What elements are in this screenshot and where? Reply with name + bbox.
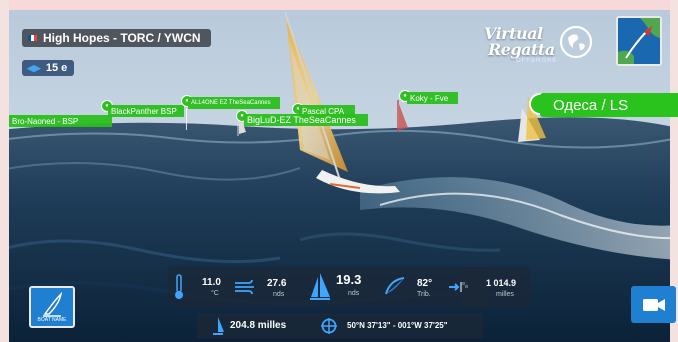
- rank-icon: ◀▶: [27, 62, 41, 73]
- boat-speed-value: 19.3: [336, 272, 362, 287]
- distance-to-finish-panel: 1 014.9 milles: [462, 267, 530, 307]
- boat-tag[interactable]: ALL4ONE EZ TheSeaCannes: [188, 97, 280, 109]
- tag-stem: [186, 108, 187, 130]
- boat-tag-label: Одеса / LS: [553, 96, 629, 114]
- boat-tag[interactable]: Koky - Fve: [407, 92, 458, 104]
- boat-icon: [213, 317, 224, 335]
- top-edge: [0, 0, 678, 10]
- sail-angle-icon: [385, 277, 405, 295]
- boat-tag-highlight[interactable]: Одеса / LS: [540, 93, 678, 117]
- temperature-value: 11.0: [202, 277, 221, 288]
- boat-name-button[interactable]: BOAT NAME: [29, 286, 75, 328]
- sailboat-icon: [310, 273, 330, 300]
- boat-tag-label: Koky - Fve: [410, 93, 449, 103]
- logo-line2: Regatta: [488, 40, 555, 59]
- sail-icon: [43, 291, 63, 317]
- boat-tag-label: BlackPanther BSP: [111, 106, 177, 116]
- camera-button[interactable]: [631, 286, 676, 323]
- instrument-panel: 11.0 °C 27.6 nds 19.3 nds 82° Trib.: [168, 267, 489, 307]
- rank-value: 15 e: [45, 62, 68, 74]
- boat-tag[interactable]: BigLuD-EZ TheSeaCannes: [244, 114, 368, 126]
- wind-speed-value: 27.6: [267, 278, 287, 289]
- crosshair-icon: [321, 318, 337, 334]
- globe-icon: [559, 25, 593, 59]
- left-edge: [0, 0, 9, 342]
- boat-name-label: BOAT NAME: [37, 317, 67, 323]
- distance-to-finish-value: 1 014.9: [486, 278, 517, 288]
- temperature-unit: °C: [211, 290, 219, 297]
- boat-tag[interactable]: Bro-Naoned - BSP: [9, 115, 112, 127]
- map-button[interactable]: [616, 16, 662, 66]
- navigation-panel: 204.8 milles 50°N 37'13" - 001°W 37'25": [197, 313, 483, 339]
- france-flag-icon: [28, 35, 37, 41]
- distance-sailed-value: 204.8 milles: [230, 320, 287, 331]
- boat-tag-label: BigLuD-EZ TheSeaCannes: [247, 115, 356, 125]
- boat-tag-label: ALL4ONE EZ TheSeaCannes: [191, 100, 271, 106]
- thermometer-icon: [175, 274, 183, 299]
- game-viewport[interactable]: High Hopes - TORC / YWCN ◀▶ 15 e Virtual…: [0, 0, 678, 342]
- boat-speed-unit: nds: [348, 290, 360, 297]
- boat-tag-label: Bro-Naoned - BSP: [12, 116, 79, 126]
- boat-title-bar[interactable]: High Hopes - TORC / YWCN: [22, 29, 211, 47]
- boat-title: High Hopes - TORC / YWCN: [43, 31, 201, 45]
- position-value: 50°N 37'13" - 001°W 37'25": [347, 321, 448, 330]
- distance-to-finish-unit: milles: [496, 291, 514, 298]
- logo-line3: OFFSHORE: [516, 58, 558, 64]
- rank-indicator[interactable]: ◀▶ 15 e: [22, 60, 75, 76]
- wind-angle-unit: Trib.: [417, 291, 431, 298]
- boat-tag[interactable]: BlackPanther BSP: [108, 105, 184, 117]
- wind-icon: [235, 279, 254, 295]
- wind-speed-unit: nds: [273, 291, 285, 298]
- virtual-regatta-logo: Virtual Regatta OFFSHORE: [484, 22, 612, 66]
- map-icon: [618, 18, 660, 64]
- wind-angle-value: 82°: [417, 278, 433, 289]
- camera-icon: [642, 298, 665, 311]
